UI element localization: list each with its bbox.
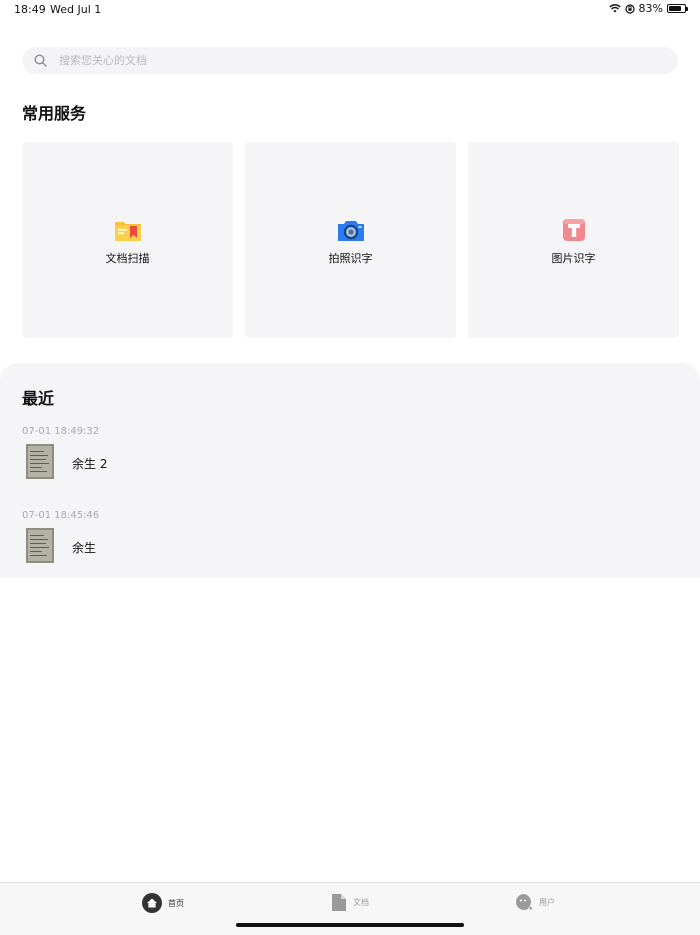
- service-doc-scan[interactable]: 文档扫描: [22, 142, 233, 338]
- status-time: 18:49: [14, 3, 46, 16]
- common-services-title: 常用服务: [22, 104, 87, 123]
- service-photo-ocr[interactable]: 拍照识字: [245, 142, 456, 338]
- document-thumbnail: [26, 528, 54, 563]
- recent-item-name: 余生: [72, 541, 97, 555]
- search-bar[interactable]: [22, 47, 678, 74]
- search-input[interactable]: [57, 53, 621, 68]
- search-icon: [34, 54, 47, 67]
- recent-title: 最近: [22, 389, 55, 408]
- tab-user-label: 用户: [539, 897, 555, 907]
- tab-bar: 首页 文档 用户: [0, 882, 700, 935]
- user-icon: [515, 893, 533, 910]
- tab-documents[interactable]: 文档: [331, 893, 369, 912]
- status-bar: 18:49 Wed Jul 1 83%: [0, 0, 700, 20]
- status-date: Wed Jul 1: [50, 3, 102, 16]
- service-image-ocr[interactable]: 图片识字: [468, 142, 679, 338]
- folder-bookmark-icon: [115, 222, 141, 241]
- recent-item-time: 07-01 18:45:46: [22, 510, 100, 521]
- status-indicators: 83%: [608, 2, 688, 15]
- home-indicator: [236, 923, 464, 927]
- service-photo-ocr-label: 拍照识字: [328, 252, 373, 265]
- orientation-lock-icon: [624, 3, 635, 14]
- tab-documents-label: 文档: [353, 898, 369, 907]
- text-t-icon: [563, 219, 585, 241]
- recent-panel: 最近 07-01 18:49:32 余生 2 07-01 18:45:46 余生: [0, 363, 700, 578]
- home-icon: [142, 893, 162, 913]
- document-icon: [332, 894, 346, 911]
- tab-home[interactable]: 首页: [142, 893, 184, 913]
- wifi-icon: [608, 4, 621, 13]
- document-thumbnail: [26, 444, 54, 479]
- tab-home-label: 首页: [168, 898, 184, 908]
- battery-icon: [667, 4, 688, 13]
- tab-user[interactable]: 用户: [515, 893, 555, 911]
- service-image-ocr-label: 图片识字: [551, 252, 596, 265]
- recent-item-time: 07-01 18:49:32: [22, 426, 100, 437]
- service-doc-scan-label: 文档扫描: [105, 252, 150, 265]
- camera-icon: [338, 221, 364, 241]
- recent-item-name: 余生 2: [72, 457, 108, 471]
- battery-percent: 83%: [638, 2, 663, 15]
